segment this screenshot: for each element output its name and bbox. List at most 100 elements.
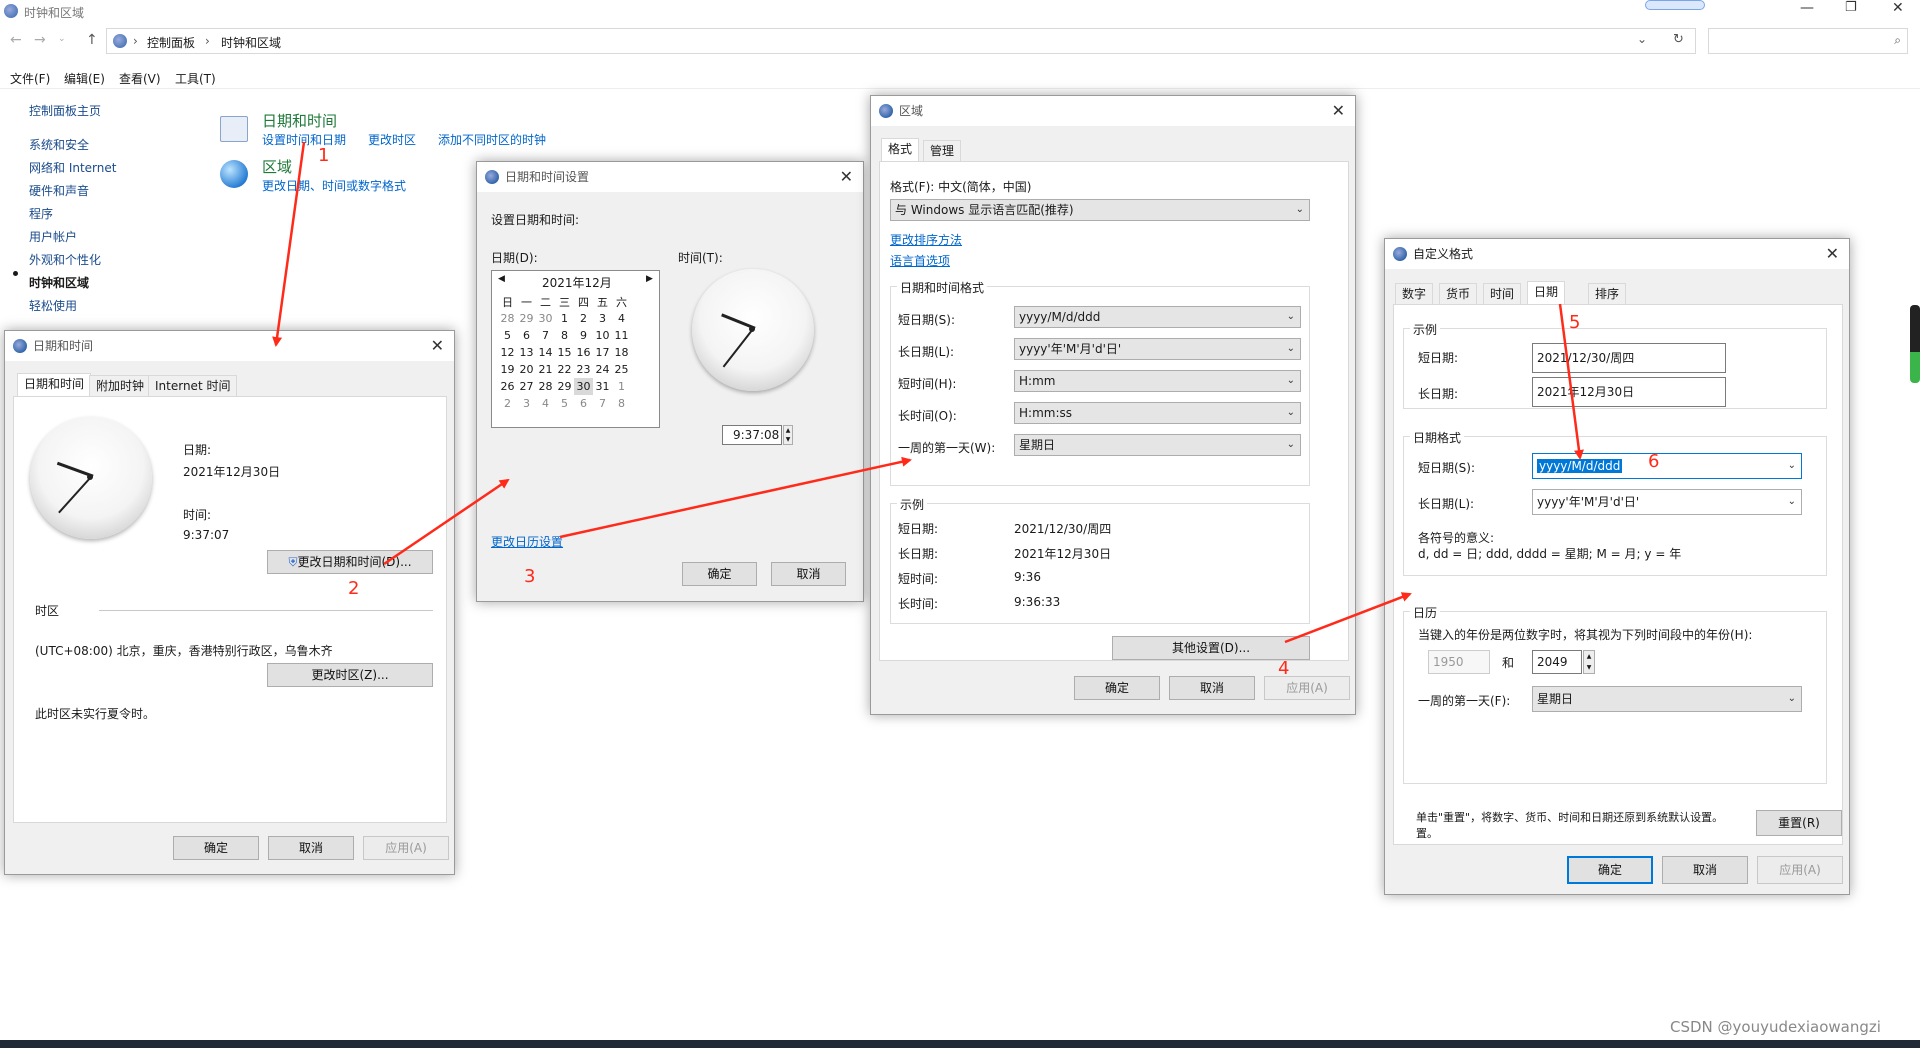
category-region-title[interactable]: 区域: [262, 156, 292, 177]
tab-formats[interactable]: 格式: [881, 138, 920, 162]
year-to-field[interactable]: 2049: [1532, 650, 1582, 674]
tab-date[interactable]: 日期: [1527, 281, 1566, 305]
minimize-icon[interactable]: —: [1800, 0, 1814, 16]
day-cell[interactable]: 26: [498, 378, 517, 395]
day-cell[interactable]: 6: [574, 395, 593, 412]
maximize-icon[interactable]: ❐: [1845, 0, 1857, 15]
sidebar-item-security[interactable]: 系统和安全: [29, 136, 89, 153]
day-cell[interactable]: 1: [612, 378, 631, 395]
calendar-month[interactable]: 2021年12月: [542, 274, 612, 291]
sidebar-item-home[interactable]: 控制面板主页: [29, 102, 101, 119]
time-spinner[interactable]: ▲ ▼: [783, 425, 793, 445]
menu-file[interactable]: 文件(F): [10, 70, 50, 87]
day-cell[interactable]: 25: [612, 361, 631, 378]
tab-time[interactable]: 时间: [1483, 283, 1522, 305]
close-icon[interactable]: ✕: [1332, 96, 1345, 126]
change-sort-link[interactable]: 更改排序方法: [890, 231, 962, 248]
link-set-datetime[interactable]: 设置时间和日期: [262, 131, 346, 148]
day-cell[interactable]: 28: [536, 378, 555, 395]
day-cell[interactable]: 2: [574, 310, 593, 327]
address-dropdown-icon[interactable]: ⌄: [1637, 32, 1647, 46]
search-input[interactable]: ⌕: [1708, 28, 1908, 54]
day-cell[interactable]: 9: [574, 327, 593, 344]
apply-button[interactable]: 应用(A): [1264, 676, 1350, 700]
day-cell[interactable]: 29: [555, 378, 574, 395]
back-icon[interactable]: ←: [10, 32, 22, 48]
long-date-select[interactable]: yyyy'年'M'月'd'日' ⌄: [1532, 489, 1802, 515]
long-date-select[interactable]: yyyy'年'M'月'd'日' ⌄: [1014, 338, 1301, 360]
apply-button[interactable]: 应用(A): [363, 836, 449, 860]
tab-sorting[interactable]: 排序: [1588, 283, 1627, 305]
day-cell[interactable]: 3: [593, 310, 612, 327]
tab-internet-time[interactable]: Internet 时间: [148, 375, 238, 397]
first-day-select[interactable]: 星期日 ⌄: [1014, 434, 1301, 456]
short-date-select[interactable]: yyyy/M/d/ddd ⌄: [1532, 453, 1802, 479]
tab-administrative[interactable]: 管理: [923, 140, 962, 162]
refresh-icon[interactable]: ↻: [1673, 32, 1684, 47]
day-cell[interactable]: 3: [517, 395, 536, 412]
up-icon[interactable]: ↑: [86, 32, 98, 48]
ok-button[interactable]: 确定: [1074, 676, 1160, 700]
day-cell[interactable]: 20: [517, 361, 536, 378]
day-cell[interactable]: 12: [498, 344, 517, 361]
ok-button[interactable]: 确定: [173, 836, 259, 860]
sidebar-item-clock-region[interactable]: 时钟和区域: [29, 274, 89, 291]
day-cell[interactable]: 8: [555, 327, 574, 344]
short-date-select[interactable]: yyyy/M/d/ddd ⌄: [1014, 306, 1301, 328]
time-input[interactable]: 9:37:08: [722, 425, 782, 445]
prev-month-icon[interactable]: ◀: [498, 274, 505, 284]
day-cell[interactable]: 4: [536, 395, 555, 412]
sidebar-item-programs[interactable]: 程序: [29, 205, 53, 222]
ok-button[interactable]: 确定: [1567, 856, 1653, 884]
reset-button[interactable]: 重置(R): [1756, 810, 1842, 836]
language-prefs-link[interactable]: 语言首选项: [890, 252, 950, 269]
link-add-clocks[interactable]: 添加不同时区的时钟: [438, 131, 546, 148]
tab-numbers[interactable]: 数字: [1395, 283, 1434, 305]
day-cell[interactable]: 28: [498, 310, 517, 327]
day-cell[interactable]: 30: [536, 310, 555, 327]
apply-button[interactable]: 应用(A): [1757, 856, 1843, 884]
cancel-button[interactable]: 取消: [1169, 676, 1255, 700]
day-cell[interactable]: 21: [536, 361, 555, 378]
short-time-select[interactable]: H:mm ⌄: [1014, 370, 1301, 392]
first-day-select[interactable]: 星期日 ⌄: [1532, 686, 1802, 712]
menu-edit[interactable]: 编辑(E): [64, 70, 105, 87]
ok-button[interactable]: 确定: [682, 562, 757, 586]
cancel-button[interactable]: 取消: [268, 836, 354, 860]
category-datetime-title[interactable]: 日期和时间: [262, 110, 337, 131]
close-icon[interactable]: ✕: [1826, 239, 1839, 269]
forward-icon[interactable]: →: [34, 32, 46, 48]
day-cell[interactable]: 2: [498, 395, 517, 412]
cancel-button[interactable]: 取消: [1662, 856, 1748, 884]
day-cell[interactable]: 7: [536, 327, 555, 344]
year-spinner[interactable]: ▲ ▼: [1583, 650, 1595, 674]
sidebar-item-network[interactable]: 网络和 Internet: [29, 159, 116, 176]
sidebar-item-ease[interactable]: 轻松使用: [29, 297, 77, 314]
day-cell[interactable]: 7: [593, 395, 612, 412]
sidebar-item-appearance[interactable]: 外观和个性化: [29, 251, 101, 268]
menu-tools[interactable]: 工具(T): [175, 70, 216, 87]
next-month-icon[interactable]: ▶: [646, 274, 653, 284]
sidebar-item-accounts[interactable]: 用户帐户: [29, 228, 77, 245]
day-cell[interactable]: 17: [593, 344, 612, 361]
day-cell[interactable]: 22: [555, 361, 574, 378]
change-timezone-button[interactable]: 更改时区(Z)...: [267, 663, 433, 687]
day-cell[interactable]: 14: [536, 344, 555, 361]
breadcrumb-clock-region[interactable]: 时钟和区域: [221, 34, 281, 51]
day-cell-selected[interactable]: 30: [574, 378, 593, 395]
day-cell[interactable]: 4: [612, 310, 631, 327]
day-cell[interactable]: 8: [612, 395, 631, 412]
day-cell[interactable]: 1: [555, 310, 574, 327]
day-cell[interactable]: 11: [612, 327, 631, 344]
change-datetime-button[interactable]: ⛨更改日期和时间(D)...: [267, 550, 433, 574]
day-cell[interactable]: 5: [555, 395, 574, 412]
day-cell[interactable]: 23: [574, 361, 593, 378]
calendar[interactable]: ◀ 2021年12月 ▶ 日一二三四五六 28 29 30 1 2 3 4 5 6 7 8 9 10 1…: [491, 270, 660, 428]
day-cell[interactable]: 19: [498, 361, 517, 378]
day-cell[interactable]: 15: [555, 344, 574, 361]
close-icon[interactable]: ✕: [840, 162, 853, 192]
format-select[interactable]: 与 Windows 显示语言匹配(推荐) ⌄: [890, 199, 1310, 221]
cancel-button[interactable]: 取消: [771, 562, 846, 586]
day-cell[interactable]: 6: [517, 327, 536, 344]
tab-currency[interactable]: 货币: [1439, 283, 1478, 305]
